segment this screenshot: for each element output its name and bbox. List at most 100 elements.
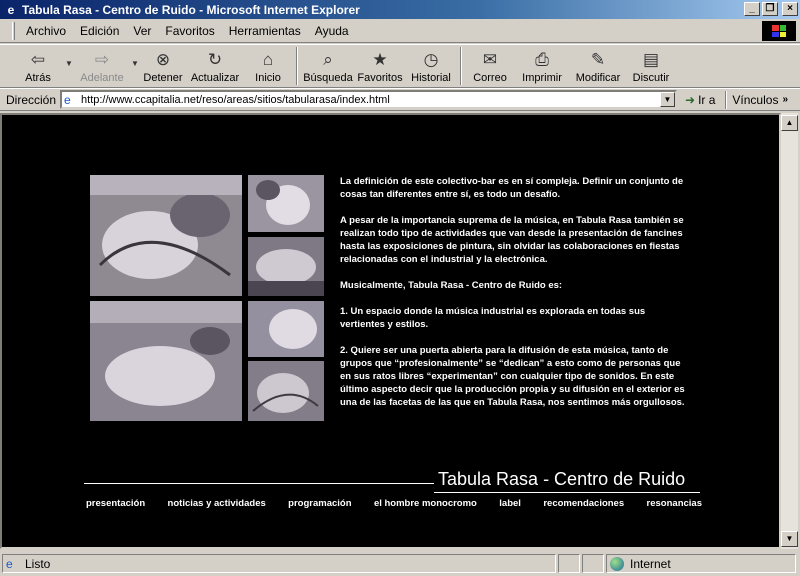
title-underline xyxy=(434,492,700,493)
photo-1 xyxy=(90,175,242,296)
title-rule xyxy=(84,483,434,484)
home-button[interactable]: ⌂ Inicio xyxy=(244,45,292,87)
stop-icon: ⊗ xyxy=(155,50,171,69)
nav-noticias[interactable]: noticias y actividades xyxy=(168,498,266,509)
go-button[interactable]: ➜ Ir a xyxy=(685,93,715,107)
page-content: La definición de este colectivo-bar es e… xyxy=(0,113,781,549)
favorites-folder-icon: ★ xyxy=(372,50,388,69)
mail-button[interactable]: ✉ Correo xyxy=(466,45,514,87)
discuss-label: Discutir xyxy=(632,72,670,84)
status-bar: e Listo Internet xyxy=(0,551,800,576)
edit-label: Modificar xyxy=(575,72,621,84)
nav-presentacion[interactable]: presentación xyxy=(86,498,145,509)
history-button[interactable]: ◷ Historial xyxy=(406,45,456,87)
go-label: Ir a xyxy=(698,92,716,107)
chevron-right-icon[interactable]: » xyxy=(782,94,788,105)
menu-favoritos[interactable]: Favoritos xyxy=(158,22,221,40)
windows-flag-icon xyxy=(772,25,786,37)
zone-label: Internet xyxy=(630,556,671,571)
search-button[interactable]: ⌕ Búsqueda xyxy=(302,45,354,87)
address-input[interactable]: e http://www.ccapitalia.net/reso/areas/s… xyxy=(60,90,678,109)
photo-collage xyxy=(90,175,326,423)
paragraph-definition: La definición de este colectivo-bar es e… xyxy=(340,176,684,200)
menu-herramientas[interactable]: Herramientas xyxy=(222,22,308,40)
forward-dropdown-icon[interactable]: ▼ xyxy=(130,59,140,68)
scroll-up-icon[interactable]: ▲ xyxy=(781,115,798,131)
address-bar: Dirección e http://www.ccapitalia.net/re… xyxy=(0,88,800,111)
edit-button[interactable]: ✎ Modificar xyxy=(570,45,626,87)
forward-button[interactable]: ⇨ Adelante xyxy=(74,45,130,87)
page-icon: e xyxy=(64,92,71,107)
mail-icon: ✉ xyxy=(482,50,498,69)
address-label: Dirección xyxy=(6,92,57,107)
back-label: Atrás xyxy=(25,72,51,84)
refresh-button[interactable]: ↻ Actualizar xyxy=(186,45,244,87)
edit-page-icon: ✎ xyxy=(590,50,606,69)
status-panel xyxy=(558,554,580,573)
nav-resonancias[interactable]: resonancias xyxy=(647,498,702,509)
discuss-icon: ▤ xyxy=(642,50,660,69)
back-dropdown-icon[interactable]: ▼ xyxy=(64,59,74,68)
menu-bar: Archivo Edición Ver Favoritos Herramient… xyxy=(0,19,800,43)
menu-ayuda[interactable]: Ayuda xyxy=(308,22,356,40)
print-label: Imprimir xyxy=(522,72,562,84)
back-arrow-icon: ⇦ xyxy=(30,50,46,69)
page-done-icon: e xyxy=(6,556,13,571)
internet-globe-icon xyxy=(610,556,624,571)
site-title: Tabula Rasa - Centro de Ruido xyxy=(438,469,686,489)
home-label: Inicio xyxy=(255,72,281,84)
menu-edicion[interactable]: Edición xyxy=(73,22,126,40)
site-nav: presentación noticias y actividades prog… xyxy=(86,498,702,509)
printer-icon: ⎙ xyxy=(535,50,549,69)
forward-label: Adelante xyxy=(80,72,124,84)
history-label: Historial xyxy=(411,72,451,84)
nav-label[interactable]: label xyxy=(499,498,521,509)
paragraph-activities: A pesar de la importancia suprema de la … xyxy=(340,215,684,265)
back-button[interactable]: ⇦ Atrás xyxy=(12,45,64,87)
photo-3 xyxy=(248,237,324,296)
photo-2 xyxy=(248,175,324,232)
search-icon: ⌕ xyxy=(323,50,333,69)
title-bar: e Tabula Rasa - Centro de Ruido - Micros… xyxy=(0,0,800,19)
toolbar-separator xyxy=(460,47,462,85)
windows-logo xyxy=(762,21,796,41)
status-main: e Listo xyxy=(2,554,556,573)
nav-hombre-monocromo[interactable]: el hombre monocromo xyxy=(374,498,477,509)
restore-button[interactable]: ❐ xyxy=(762,2,778,16)
address-url[interactable]: http://www.ccapitalia.net/reso/areas/sit… xyxy=(81,94,390,106)
links-button[interactable]: Vínculos xyxy=(732,93,778,107)
status-zone: Internet xyxy=(606,554,796,573)
print-button[interactable]: ⎙ Imprimir xyxy=(514,45,570,87)
menu-archivo[interactable]: Archivo xyxy=(19,22,73,40)
paragraph-musically: Musicalmente, Tabula Rasa - Centro de Ru… xyxy=(340,280,563,291)
window-title: Tabula Rasa - Centro de Ruido - Microsof… xyxy=(22,2,360,17)
close-button[interactable]: × xyxy=(782,2,798,16)
nav-recomendaciones[interactable]: recomendaciones xyxy=(543,498,624,509)
photo-6 xyxy=(248,361,324,421)
toolbar-separator xyxy=(296,47,298,85)
window-controls: _ ❐ × xyxy=(744,2,798,16)
menu-ver[interactable]: Ver xyxy=(126,22,158,40)
toolbar-grip[interactable] xyxy=(12,21,15,40)
paragraph-point-2: 2. Quiere ser una puerta abierta para la… xyxy=(340,345,685,408)
scroll-down-icon[interactable]: ▼ xyxy=(781,531,798,547)
nav-programacion[interactable]: programación xyxy=(288,498,351,509)
status-panel xyxy=(582,554,604,573)
favorites-label: Favoritos xyxy=(357,72,403,84)
stop-label: Detener xyxy=(143,72,183,84)
standard-toolbar: ⇦ Atrás ▼ ⇨ Adelante ▼ ⊗ Detener ↻ Actua… xyxy=(0,44,800,88)
forward-arrow-icon: ⇨ xyxy=(94,50,110,69)
vertical-scrollbar[interactable]: ▲ ▼ xyxy=(781,113,798,549)
status-text: Listo xyxy=(25,556,51,571)
favorites-button[interactable]: ★ Favoritos xyxy=(354,45,406,87)
discuss-button[interactable]: ▤ Discutir xyxy=(626,45,676,87)
ie-icon: e xyxy=(7,2,15,17)
photo-4 xyxy=(90,301,242,421)
minimize-button[interactable]: _ xyxy=(744,2,760,16)
stop-button[interactable]: ⊗ Detener xyxy=(140,45,186,87)
go-arrow-icon: ➜ xyxy=(685,92,696,107)
address-dropdown-icon[interactable]: ▼ xyxy=(660,92,676,107)
refresh-icon: ↻ xyxy=(207,50,223,69)
mail-label: Correo xyxy=(473,72,507,84)
history-clock-icon: ◷ xyxy=(423,50,439,69)
